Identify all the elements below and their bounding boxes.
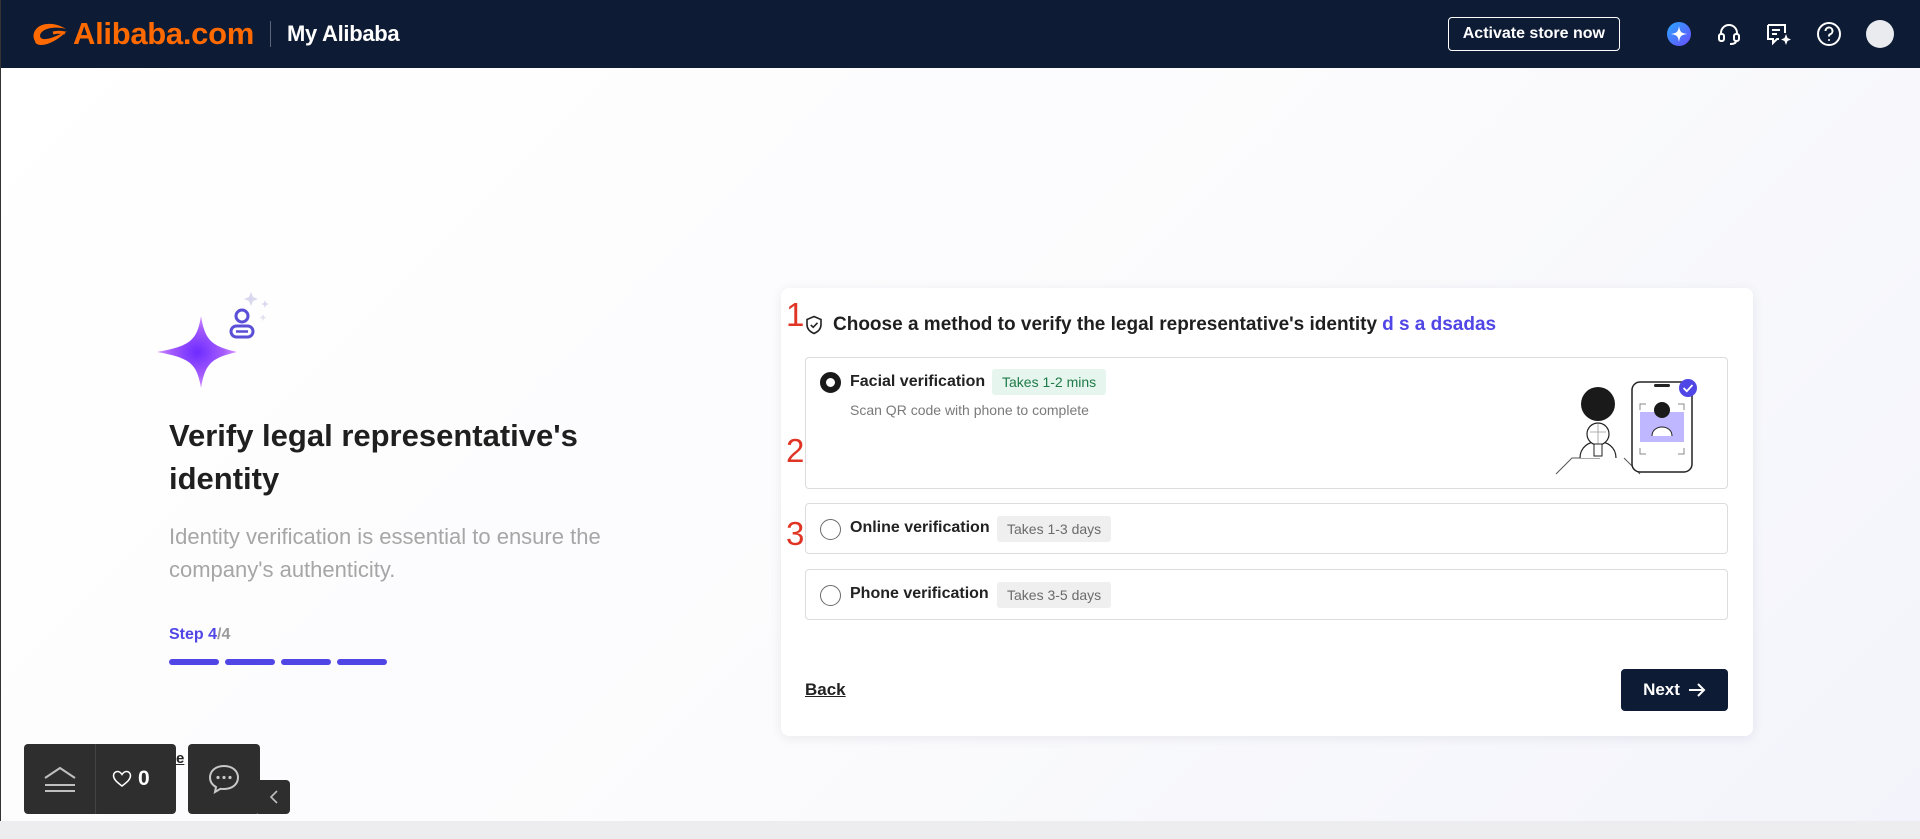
header-divider [270, 21, 272, 47]
option-label: Facial verification [850, 373, 986, 390]
option-facial-verification[interactable]: Facial verification Takes 1-2 mins Scan … [805, 357, 1728, 489]
help-icon[interactable] [1814, 19, 1844, 49]
main-content: Verify legal representative's identity I… [0, 68, 1920, 821]
heart-icon [112, 770, 132, 787]
favorites-button[interactable]: 0 [112, 767, 150, 791]
sparkle-identity-icon [157, 292, 269, 388]
collapse-toolbar-button[interactable] [258, 780, 290, 814]
next-button[interactable]: Next [1621, 669, 1728, 711]
face-scan-illustration-icon [1555, 379, 1697, 475]
step-prefix: Step [169, 626, 209, 643]
representative-name: d s a dsadas [1382, 314, 1497, 335]
step-indicator: Step 4/4 [169, 626, 230, 644]
option-phone-verification[interactable]: Phone verification Takes 3-5 days [805, 569, 1728, 620]
chat-button[interactable] [188, 744, 260, 814]
phone-verification-radio[interactable] [820, 585, 841, 606]
option-label: Online verification [850, 519, 990, 536]
step-progress-segment [337, 659, 387, 665]
partially-hidden-link[interactable]: e [176, 750, 184, 767]
card-heading-text: Choose a method to verify the legal repr… [833, 314, 1378, 335]
alibaba-logo[interactable]: Alibaba.com [29, 0, 254, 68]
time-badge: Takes 3-5 days [997, 582, 1112, 608]
bottom-strip [0, 821, 1920, 839]
step-progress [169, 659, 387, 665]
shield-check-icon [806, 315, 822, 335]
page-title: Verify legal representative's identity [169, 418, 578, 496]
option-marker-1: 1 [786, 296, 805, 333]
logo-wordmark: Alibaba.com [73, 16, 255, 51]
messages-icon[interactable] [1764, 19, 1794, 49]
step-current: 4 [208, 626, 218, 643]
option-marker-2: 2 [786, 432, 805, 469]
back-to-top-button[interactable] [24, 744, 96, 814]
card-heading: Choose a method to verify the legal repr… [805, 314, 1496, 336]
step-progress-segment [169, 659, 219, 665]
option-label: Phone verification [850, 585, 989, 602]
activate-store-button[interactable]: Activate store now [1447, 17, 1620, 51]
online-verification-radio[interactable] [820, 519, 841, 540]
option-online-verification[interactable]: Online verification Takes 1-3 days [805, 503, 1728, 554]
step-progress-segment [225, 659, 275, 665]
favorites-count: 0 [138, 767, 150, 790]
option-description: Scan QR code with phone to complete [850, 402, 1089, 418]
header-actions: Activate store now [1447, 0, 1894, 68]
customer-service-icon[interactable] [1714, 19, 1744, 49]
arrow-right-icon [1688, 683, 1706, 697]
facial-verification-radio[interactable] [820, 372, 841, 393]
ai-assistant-icon[interactable] [1664, 19, 1694, 49]
alibaba-logo-icon [33, 23, 67, 45]
time-badge: Takes 1-2 mins [992, 369, 1107, 395]
section-title[interactable]: My Alibaba [287, 21, 400, 47]
floating-toolbar: 0 [24, 744, 176, 814]
top-header: Alibaba.com My Alibaba Activate store no… [0, 0, 1920, 68]
chevron-left-icon [269, 790, 278, 804]
time-badge: Takes 1-3 days [997, 516, 1112, 542]
avatar[interactable] [1866, 20, 1894, 48]
next-button-label: Next [1643, 680, 1680, 699]
back-to-top-icon [43, 766, 76, 792]
page-subtitle: Identity verification is essential to en… [169, 524, 601, 582]
back-button[interactable]: Back [805, 680, 846, 700]
chat-icon [208, 764, 240, 794]
step-progress-segment [281, 659, 331, 665]
step-total: /4 [217, 626, 231, 643]
verification-card: Choose a method to verify the legal repr… [781, 288, 1753, 736]
option-marker-3: 3 [786, 515, 805, 552]
